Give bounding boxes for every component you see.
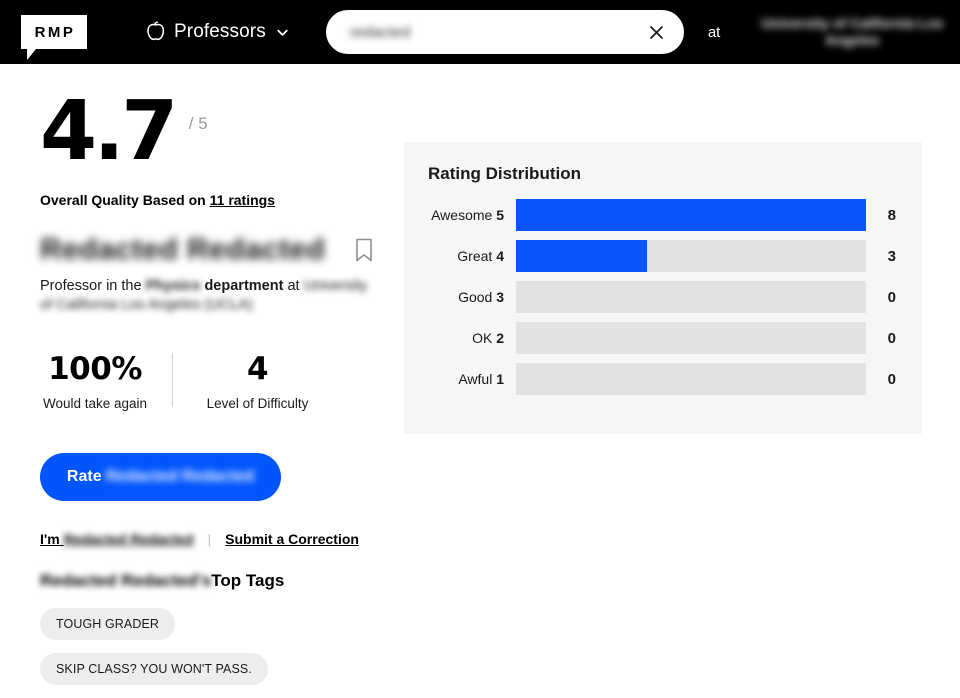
- rating-bar-track: [516, 199, 866, 231]
- rating-distribution-column: Rating Distribution Awesome 5 8 Great 4 3 Go…: [380, 64, 960, 698]
- school-name[interactable]: University of California Los Angeles: [746, 15, 958, 49]
- search-input[interactable]: [347, 22, 644, 42]
- top-tags-label: Top Tags: [211, 571, 285, 591]
- top-tags-title: Redacted Redacted's Top Tags: [40, 571, 380, 591]
- department-line: Professor in the Physics department at U…: [40, 277, 372, 315]
- stat-level-of-difficulty: 4 Level of Difficulty: [195, 351, 320, 411]
- links-row: I'm Redacted Redacted | Submit a Correct…: [40, 531, 380, 547]
- rate-professor-button[interactable]: Rate Redacted Redacted: [40, 453, 281, 502]
- rmp-logo-text: RMP: [34, 23, 76, 41]
- tag-pill[interactable]: SKIP CLASS? YOU WON'T PASS.: [40, 653, 268, 686]
- department-word: department: [204, 278, 284, 295]
- level-of-difficulty-value: 4: [246, 351, 269, 388]
- rating-label-word: Awful: [458, 371, 497, 387]
- would-take-again-value: 100%: [48, 351, 142, 388]
- ratings-count-link[interactable]: 11 ratings: [210, 192, 275, 208]
- rating-bar-count: 3: [887, 247, 896, 265]
- stats-divider: [172, 353, 173, 408]
- rating-bar-count: 0: [887, 370, 896, 388]
- clear-search-button[interactable]: [644, 19, 670, 45]
- rating-label-number: 5: [496, 207, 504, 223]
- professors-dropdown-label: Professors: [174, 21, 266, 42]
- top-tags-owner: Redacted Redacted's: [40, 571, 212, 591]
- im-link-prefix: I'm: [40, 531, 60, 548]
- dept-prefix: Professor in the: [40, 278, 142, 295]
- stats-row: 100% Would take again 4 Level of Difficu…: [40, 351, 380, 411]
- rating-distribution-title: Rating Distribution: [428, 164, 581, 183]
- rmp-logo[interactable]: RMP: [21, 15, 87, 60]
- dept-at-word: at: [287, 278, 300, 295]
- rating-label-word: Good: [458, 289, 497, 305]
- score-denominator: / 5: [188, 114, 208, 133]
- im-link-name: Redacted Redacted: [63, 531, 194, 548]
- rating-bar-fill: [516, 199, 866, 231]
- rating-label-number: 3: [496, 289, 504, 305]
- professor-name-row: Redacted Redacted: [40, 233, 380, 267]
- rating-bar-track: [516, 240, 866, 272]
- quality-caption: Overall Quality Based on 11 ratings: [40, 192, 380, 208]
- rating-label-number: 4: [496, 248, 504, 264]
- stat-would-take-again: 100% Would take again: [40, 351, 150, 411]
- rating-distribution-label: Awesome 5: [428, 207, 516, 223]
- rating-label-number: 2: [496, 330, 504, 346]
- rate-button-professor-name: Redacted Redacted: [105, 468, 255, 486]
- rating-distribution-row: Awful 1 0: [428, 363, 896, 395]
- apple-icon: [145, 21, 165, 43]
- chevron-down-icon: [275, 25, 290, 40]
- rating-bar-count: 0: [887, 329, 896, 347]
- rating-bar-count: 8: [887, 206, 896, 224]
- rating-distribution-row: OK 2 0: [428, 322, 896, 354]
- professors-dropdown[interactable]: Professors: [145, 21, 290, 43]
- rating-distribution-label: Awful 1: [428, 371, 516, 387]
- overall-score: 4.7 / 5: [40, 84, 380, 179]
- rating-distribution-row: Great 4 3: [428, 240, 896, 272]
- rating-label-number: 1: [496, 371, 504, 387]
- top-tags-list: TOUGH GRADER SKIP CLASS? YOU WON'T PASS.…: [40, 608, 340, 698]
- rating-bar-count: 0: [887, 288, 896, 306]
- at-label: at: [707, 23, 721, 41]
- rating-distribution-row: Good 3 0: [428, 281, 896, 313]
- score-value: 4.7: [40, 84, 178, 179]
- page-body: 4.7 / 5 Overall Quality Based on 11 rati…: [0, 64, 960, 698]
- rating-distribution-label: OK 2: [428, 330, 516, 346]
- rating-label-word: OK: [472, 330, 497, 346]
- rating-bar-track: [516, 363, 866, 395]
- would-take-again-label: Would take again: [42, 396, 148, 412]
- rating-bar-track: [516, 281, 866, 313]
- search-bar[interactable]: [325, 10, 684, 54]
- rating-distribution-card: Rating Distribution Awesome 5 8 Great 4 3 Go…: [404, 142, 922, 434]
- tag-pill[interactable]: TOUGH GRADER: [40, 608, 176, 641]
- department-name[interactable]: Physics: [146, 278, 201, 294]
- professor-name: Redacted Redacted: [40, 233, 326, 267]
- rating-distribution-rows: Awesome 5 8 Great 4 3 Good 3 0 OK 2 0 Awful 10: [428, 199, 896, 395]
- professor-summary: 4.7 / 5 Overall Quality Based on 11 rati…: [0, 64, 380, 698]
- submit-correction-link[interactable]: Submit a Correction: [225, 531, 359, 547]
- rating-label-word: Great: [457, 248, 497, 264]
- rating-bar-track: [516, 322, 866, 354]
- rating-distribution-label: Good 3: [428, 289, 516, 305]
- quality-caption-text: Overall Quality Based on: [40, 192, 206, 209]
- level-of-difficulty-label: Level of Difficulty: [206, 396, 309, 412]
- rate-button-prefix: Rate: [66, 468, 102, 486]
- rating-distribution-label: Great 4: [428, 248, 516, 264]
- app-header: RMP Professors at University of Californ…: [0, 0, 960, 64]
- rating-distribution-row: Awesome 5 8: [428, 199, 896, 231]
- bookmark-icon[interactable]: [353, 237, 375, 263]
- rating-label-word: Awesome: [431, 207, 497, 223]
- im-professor-link[interactable]: I'm Redacted Redacted: [40, 531, 194, 547]
- links-separator: |: [207, 531, 212, 548]
- rating-bar-fill: [516, 240, 648, 272]
